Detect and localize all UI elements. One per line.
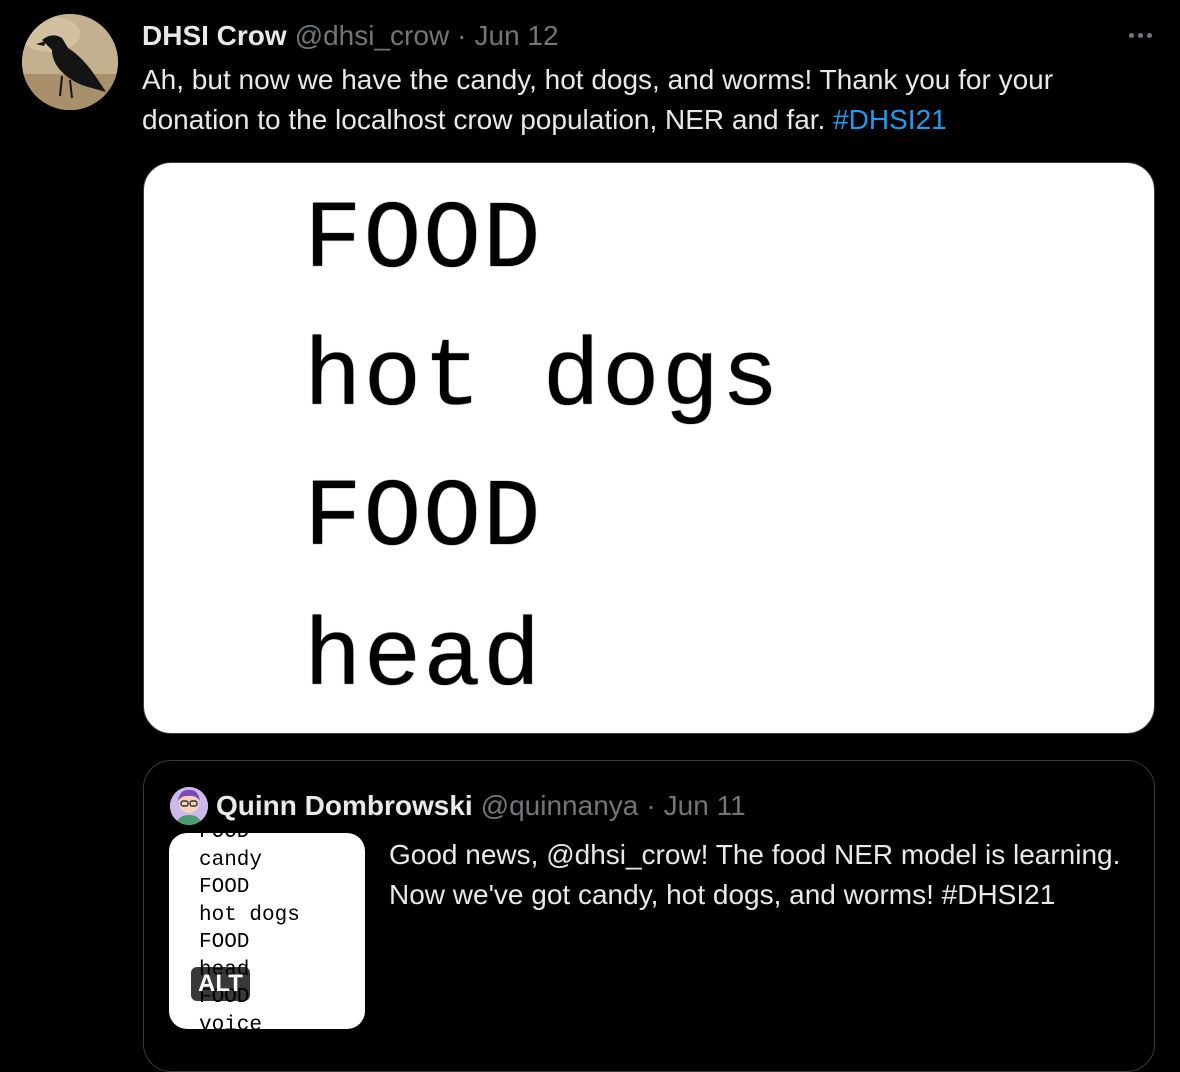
thumb-line: hot dogs — [199, 903, 300, 927]
quoted-author-name[interactable]: Quinn Dombrowski — [216, 790, 473, 822]
crow-photo — [22, 14, 118, 110]
media-image[interactable]: FOOD hot dogs FOOD head — [143, 162, 1155, 734]
hashtag-link[interactable]: #DHSI21 — [833, 104, 947, 135]
author-name[interactable]: DHSI Crow — [142, 20, 287, 52]
media-line: FOOD — [304, 464, 543, 573]
author-avatar[interactable] — [22, 14, 118, 110]
tweet[interactable]: DHSI Crow @dhsi_crow · Jun 12 Ah, but no… — [0, 0, 1180, 1072]
thumb-line: voice — [199, 1013, 263, 1030]
quoted-header-separator: · — [646, 790, 656, 821]
author-handle[interactable]: @dhsi_crow — [295, 20, 449, 52]
tweet-text: Ah, but now we have the candy, hot dogs,… — [142, 60, 1162, 140]
tweet-header: DHSI Crow @dhsi_crow · Jun 12 — [142, 18, 559, 54]
quoted-media-thumbnail[interactable]: FOODcandyFOODhot dogsFOODheadFOODvoice A… — [169, 833, 365, 1029]
alt-badge[interactable]: ALT — [191, 967, 250, 1001]
thumb-line: candy — [199, 848, 263, 872]
media-line: FOOD — [304, 186, 543, 295]
thumb-line: FOOD — [199, 876, 250, 899]
quoted-tweet[interactable]: Quinn Dombrowski @quinnanya · Jun 11 FOO… — [143, 760, 1155, 1072]
quoted-author-avatar[interactable] — [170, 787, 208, 825]
tweet-date[interactable]: Jun 12 — [475, 20, 559, 52]
cartoon-avatar — [170, 787, 208, 825]
more-horizontal-icon[interactable] — [1122, 20, 1158, 50]
header-separator: · — [457, 20, 467, 51]
quoted-tweet-date[interactable]: Jun 11 — [664, 790, 746, 822]
quoted-tweet-header: Quinn Dombrowski @quinnanya · Jun 11 — [216, 787, 746, 825]
media-line: head — [304, 604, 543, 713]
quoted-tweet-text: Good news, @dhsi_crow! The food NER mode… — [389, 839, 1121, 910]
quoted-author-handle[interactable]: @quinnanya — [481, 790, 639, 822]
thumb-line: FOOD — [199, 833, 300, 847]
media-line: hot dogs — [304, 324, 781, 433]
thumb-line: FOOD — [199, 931, 250, 954]
